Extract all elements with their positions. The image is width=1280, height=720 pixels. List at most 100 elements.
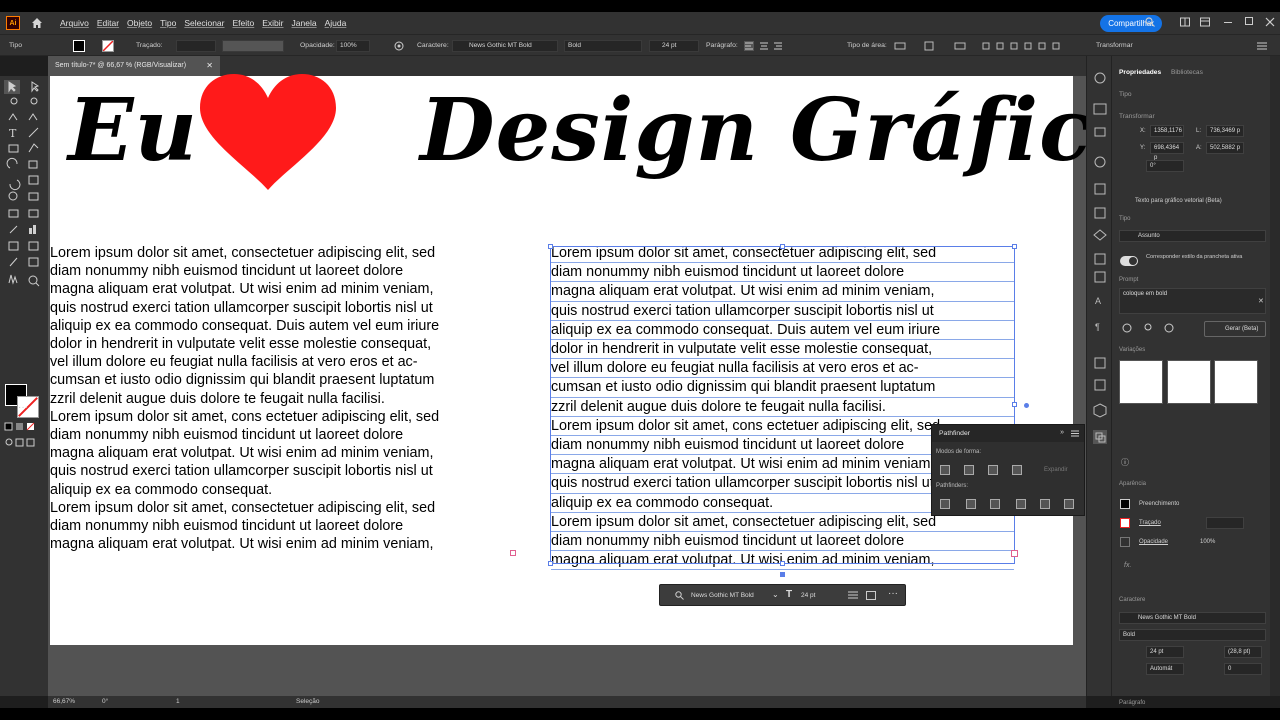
chevron-down-icon[interactable]: ⌄: [772, 590, 779, 599]
align-buttons[interactable]: [744, 41, 784, 51]
info-icon[interactable]: ⓘ: [1121, 457, 1129, 468]
ctx-size-input[interactable]: 24 pt: [801, 592, 815, 599]
panel-scrollbar[interactable]: [1270, 56, 1280, 696]
tracking-field[interactable]: 0: [1224, 663, 1262, 675]
y-input[interactable]: 698,4364 p: [1150, 142, 1184, 161]
menu-selecionar[interactable]: Selecionar: [180, 18, 228, 28]
zoom-field[interactable]: 66,67%: [53, 698, 75, 705]
prompt-input[interactable]: coloque em bold: [1119, 288, 1266, 314]
anchor-widget[interactable]: [1024, 403, 1029, 408]
font-family-dropdown[interactable]: News Gothic MT Bold: [452, 40, 558, 52]
menu-editar[interactable]: Editar: [93, 18, 123, 28]
tool-icons[interactable]: T: [0, 76, 48, 416]
search-icon[interactable]: [1145, 17, 1155, 27]
variable-width-dropdown[interactable]: [222, 40, 284, 52]
overflow-port[interactable]: [1011, 550, 1018, 557]
x-input[interactable]: 1358,1176: [1150, 125, 1184, 137]
outline-button[interactable]: [1040, 499, 1050, 509]
close-icon[interactable]: [1265, 17, 1275, 27]
minimize-icon[interactable]: [1224, 22, 1232, 23]
document-tab[interactable]: Sem título-7* @ 66,67 % (RGB/Visualizar)…: [48, 56, 220, 76]
leading-field[interactable]: (28,8 pt): [1224, 646, 1262, 658]
font-style-dropdown[interactable]: Bold: [564, 40, 642, 52]
ctx-font-dropdown[interactable]: News Gothic MT Bold: [691, 592, 754, 599]
font-family-field[interactable]: News Gothic MT Bold: [1119, 612, 1266, 624]
anchor-widget[interactable]: [780, 572, 785, 577]
recolor-icon[interactable]: [394, 41, 404, 51]
width-input[interactable]: 736,3469 p: [1206, 125, 1244, 137]
intersect-button[interactable]: [988, 465, 998, 475]
minus-front-button[interactable]: [964, 465, 974, 475]
fill-swatch[interactable]: [73, 40, 85, 52]
font-size-field[interactable]: 24 pt: [1146, 646, 1184, 658]
rotation-field[interactable]: 0°: [102, 698, 108, 705]
generate-button[interactable]: Gerar (Beta): [1204, 321, 1266, 337]
crop-button[interactable]: [1016, 499, 1026, 509]
collapse-icon[interactable]: »: [1060, 429, 1064, 436]
artboard-field[interactable]: 1: [176, 698, 180, 705]
stroke-swatch-small[interactable]: [1120, 518, 1130, 528]
rotation-input[interactable]: 0°: [1146, 160, 1184, 172]
opacity-value[interactable]: 100%: [1200, 539, 1215, 545]
font-style-field[interactable]: Bold: [1119, 629, 1266, 641]
trim-button[interactable]: [966, 499, 976, 509]
variation-thumb-3[interactable]: [1214, 360, 1258, 404]
stroke-weight-input[interactable]: [1206, 517, 1244, 529]
menu-arquivo[interactable]: Arquivo: [56, 18, 93, 28]
match-style-toggle[interactable]: [1120, 256, 1138, 266]
stroke-weight-dropdown[interactable]: [176, 40, 216, 52]
stroke-label[interactable]: Traçado: [1139, 520, 1161, 526]
workspace-icon[interactable]: [1200, 17, 1210, 27]
menu-janela[interactable]: Janela: [288, 18, 321, 28]
more-tools-icon[interactable]: ···: [18, 402, 28, 413]
overflow-port[interactable]: [510, 550, 516, 556]
menu-exibir[interactable]: Exibir: [258, 18, 287, 28]
resize-handle[interactable]: [548, 561, 553, 566]
tab-close-icon[interactable]: ✕: [206, 61, 213, 70]
text-column-left[interactable]: Lorem ipsum dolor sit amet, consectetuer…: [50, 244, 513, 553]
kerning-field[interactable]: Automát: [1146, 663, 1184, 675]
divide-button[interactable]: [940, 499, 950, 509]
height-input[interactable]: 502,5882 p: [1206, 142, 1244, 154]
resize-handle[interactable]: [780, 244, 785, 249]
more-options-icon[interactable]: ···: [888, 588, 898, 599]
prompt-tool-icons[interactable]: [1121, 322, 1181, 334]
panel-menu-icon[interactable]: [1256, 41, 1268, 51]
exclude-button[interactable]: [1012, 465, 1022, 475]
menu-efeito[interactable]: Efeito: [229, 18, 259, 28]
resize-handle[interactable]: [780, 561, 785, 566]
merge-button[interactable]: [990, 499, 1000, 509]
maximize-icon[interactable]: [1245, 17, 1253, 25]
unite-button[interactable]: [940, 465, 950, 475]
home-icon[interactable]: [30, 16, 44, 30]
resize-handle[interactable]: [548, 244, 553, 249]
panel-menu-icon[interactable]: [1071, 430, 1079, 437]
expand-button[interactable]: Expandir: [1044, 467, 1068, 473]
minus-back-button[interactable]: [1064, 499, 1074, 509]
panel-icons[interactable]: A¶: [1092, 72, 1108, 452]
opacity-label[interactable]: Opacidade: [1139, 539, 1168, 545]
resize-handle[interactable]: [1012, 402, 1017, 407]
color-mode-icons[interactable]: [4, 422, 44, 452]
clear-icon[interactable]: ✕: [1258, 297, 1264, 305]
fx-icon[interactable]: fx.: [1124, 562, 1131, 569]
subject-dropdown[interactable]: Assunto: [1119, 230, 1266, 242]
align-distribute-icons[interactable]: [893, 41, 1073, 51]
paragraph-icon[interactable]: [848, 591, 858, 599]
tab-properties[interactable]: Propriedades: [1119, 69, 1161, 76]
variation-thumb-1[interactable]: [1119, 360, 1163, 404]
font-size-input[interactable]: 24 pt: [649, 40, 699, 52]
selection-bounding-box[interactable]: [550, 246, 1015, 564]
stroke-swatch[interactable]: [102, 40, 114, 52]
resize-handle[interactable]: [1012, 244, 1017, 249]
transform-link[interactable]: Transformar: [1096, 42, 1133, 49]
opacity-input[interactable]: 100%: [336, 40, 370, 52]
vector-text-header[interactable]: Texto para gráfico vetorial (Beta): [1135, 198, 1222, 204]
area-type-icon[interactable]: [866, 591, 876, 600]
menu-tipo[interactable]: Tipo: [156, 18, 180, 28]
variation-thumb-2[interactable]: [1167, 360, 1211, 404]
tab-libraries[interactable]: Bibliotecas: [1171, 69, 1203, 76]
fill-swatch-small[interactable]: [1120, 499, 1130, 509]
heart-icon[interactable]: [198, 72, 338, 194]
arrange-documents-icon[interactable]: [1180, 17, 1190, 27]
